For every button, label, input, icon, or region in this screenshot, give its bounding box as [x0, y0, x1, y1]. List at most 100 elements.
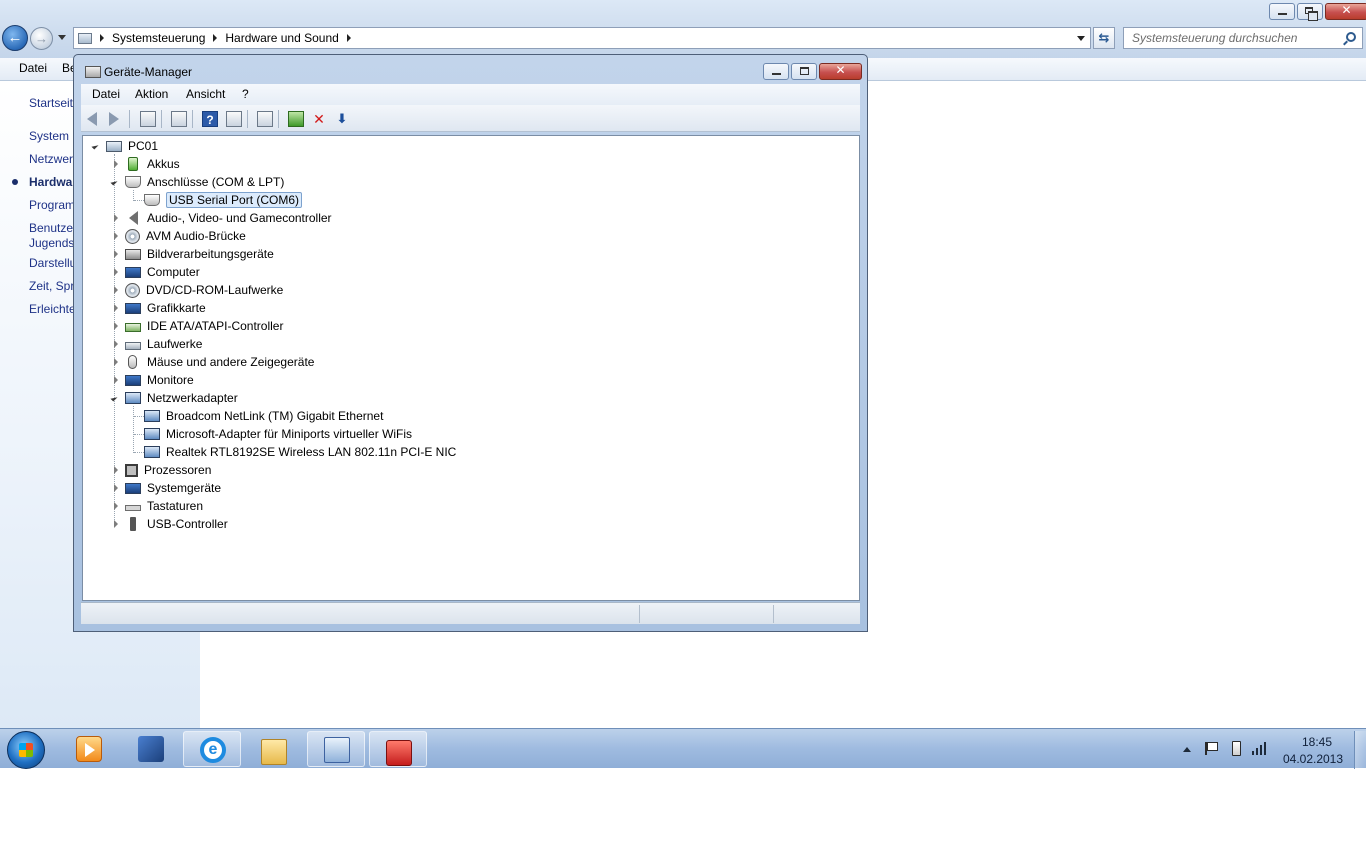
recent-pages-dropdown[interactable] — [58, 35, 66, 40]
collapsed-icon[interactable] — [111, 267, 121, 277]
collapsed-icon[interactable] — [111, 213, 121, 223]
taskbar-app-toolbox[interactable] — [369, 731, 427, 767]
clock-date[interactable]: 04.02.2013 — [1282, 752, 1344, 766]
breadcrumb-arrow-icon[interactable] — [100, 34, 104, 42]
collapsed-icon[interactable] — [111, 519, 121, 529]
collapsed-icon[interactable] — [111, 231, 121, 241]
minimize-button[interactable] — [763, 63, 789, 80]
battery-icon[interactable] — [1232, 741, 1241, 756]
taskbar-app-control-panel[interactable] — [307, 731, 365, 767]
tree-node-root[interactable]: PC01 — [92, 137, 158, 155]
show-desktop-button[interactable] — [1354, 731, 1366, 769]
sidebar-item-jugendschutz[interactable]: Jugends — [29, 236, 74, 250]
forward-button[interactable]: → — [30, 27, 53, 50]
tree-node-computer[interactable]: Computer — [111, 263, 200, 281]
taskbar-app-file-explorer[interactable] — [245, 731, 303, 767]
tree-node-netzwerkadapter[interactable]: Netzwerkadapter — [111, 389, 238, 407]
menu-ansicht[interactable]: Ansicht — [186, 87, 225, 101]
sidebar-item-erleichterte-bedienung[interactable]: Erleichte — [29, 302, 76, 316]
sidebar-item-programme[interactable]: Program — [29, 198, 75, 212]
tree-node-tastaturen[interactable]: Tastaturen — [111, 497, 203, 515]
sidebar-item-darstellung[interactable]: Darstellu — [29, 256, 76, 270]
computer-icon — [125, 266, 141, 278]
tree-node-realtek[interactable]: Realtek RTL8192SE Wireless LAN 802.11n P… — [144, 443, 456, 461]
wifi-signal-icon[interactable] — [1252, 742, 1268, 755]
tree-node-anschluesse[interactable]: Anschlüsse (COM & LPT) — [111, 173, 284, 191]
sidebar-item-hardware[interactable]: Hardwa — [29, 175, 72, 189]
view-icon[interactable] — [226, 111, 242, 127]
refresh-button[interactable]: ⇆ — [1093, 27, 1115, 49]
taskbar-app-media-player[interactable] — [60, 731, 118, 767]
tree-node-ide-controller[interactable]: IDE ATA/ATAPI-Controller — [111, 317, 283, 335]
sidebar-item-zeit-sprache[interactable]: Zeit, Spr — [29, 279, 74, 293]
breadcrumb-arrow-icon[interactable] — [213, 34, 218, 42]
tree-node-bildverarbeitung[interactable]: Bildverarbeitungsgeräte — [111, 245, 274, 263]
device-tree[interactable]: PC01 Akkus Anschlüsse (COM & LPT) USB Se… — [82, 135, 860, 601]
back-icon[interactable] — [87, 112, 97, 126]
collapsed-icon[interactable] — [111, 483, 121, 493]
show-hide-tree-icon[interactable] — [140, 111, 156, 127]
sidebar-item-netzwerk[interactable]: Netzwer — [29, 152, 73, 166]
menu-help[interactable]: ? — [242, 87, 249, 101]
collapsed-icon[interactable] — [111, 285, 121, 295]
update-driver-icon[interactable] — [288, 111, 304, 127]
menu-aktion[interactable]: Aktion — [135, 87, 168, 101]
tree-node-label: DVD/CD-ROM-Laufwerke — [146, 283, 284, 297]
tree-node-audio-video[interactable]: Audio-, Video- und Gamecontroller — [111, 209, 332, 227]
tree-node-usb-controller[interactable]: USB-Controller — [111, 515, 228, 533]
maximize-button[interactable] — [791, 63, 817, 80]
properties-icon[interactable] — [171, 111, 187, 127]
tree-node-usb-serial-port[interactable]: USB Serial Port (COM6) — [144, 191, 303, 209]
tree-node-dvd-cd-rom[interactable]: DVD/CD-ROM-Laufwerke — [111, 281, 283, 299]
action-center-flag-icon[interactable] — [1205, 742, 1218, 755]
sidebar-item-benutzerkonten[interactable]: Benutzer — [29, 221, 77, 235]
collapsed-icon[interactable] — [111, 501, 121, 511]
breadcrumb-hardware-und-sound[interactable]: Hardware und Sound — [225, 31, 338, 45]
collapsed-icon[interactable] — [111, 249, 121, 259]
address-bar[interactable]: Systemsteuerung Hardware und Sound — [73, 27, 1091, 49]
tree-node-prozessoren[interactable]: Prozessoren — [111, 461, 211, 479]
start-button[interactable] — [7, 731, 45, 769]
back-button[interactable]: ← — [2, 25, 28, 51]
expanded-icon[interactable] — [111, 177, 121, 187]
tree-node-laufwerke[interactable]: Laufwerke — [111, 335, 202, 353]
close-button[interactable]: ✕ — [819, 63, 862, 80]
collapsed-icon[interactable] — [111, 159, 121, 169]
forward-icon[interactable] — [109, 112, 119, 126]
help-icon[interactable]: ? — [202, 111, 218, 127]
scan-hardware-icon[interactable] — [257, 111, 273, 127]
collapsed-icon[interactable] — [111, 321, 121, 331]
sidebar-item-system[interactable]: System u — [29, 129, 79, 143]
expanded-icon[interactable] — [92, 141, 102, 151]
show-hidden-icons-icon[interactable] — [1183, 747, 1191, 752]
uninstall-icon[interactable]: ✕ — [311, 111, 327, 127]
tree-node-broadcom[interactable]: Broadcom NetLink (TM) Gigabit Ethernet — [144, 407, 383, 425]
close-button[interactable]: ✕ — [1325, 3, 1366, 20]
tree-node-avm-audio-bruecke[interactable]: AVM Audio-Brücke — [111, 227, 246, 245]
search-icon[interactable] — [1346, 32, 1356, 42]
taskbar-app-tools[interactable] — [122, 731, 180, 767]
collapsed-icon[interactable] — [111, 375, 121, 385]
disable-icon[interactable]: ⬇ — [334, 111, 350, 127]
expanded-icon[interactable] — [111, 393, 121, 403]
tree-node-monitore[interactable]: Monitore — [111, 371, 194, 389]
restore-button[interactable] — [1297, 3, 1323, 21]
tree-node-systemgeraete[interactable]: Systemgeräte — [111, 479, 221, 497]
clock-time[interactable]: 18:45 — [1290, 735, 1344, 749]
search-input[interactable]: Systemsteuerung durchsuchen — [1123, 27, 1363, 49]
collapsed-icon[interactable] — [111, 357, 121, 367]
breadcrumb-systemsteuerung[interactable]: Systemsteuerung — [112, 31, 205, 45]
tree-node-akkus[interactable]: Akkus — [111, 155, 180, 173]
collapsed-icon[interactable] — [111, 339, 121, 349]
menu-datei[interactable]: Datei — [92, 87, 120, 101]
tree-node-microsoft-wifi[interactable]: Microsoft-Adapter für Miniports virtuell… — [144, 425, 412, 443]
collapsed-icon[interactable] — [111, 465, 121, 475]
tree-node-maeuse[interactable]: Mäuse und andere Zeigegeräte — [111, 353, 314, 371]
taskbar-app-internet-explorer[interactable]: e — [183, 731, 241, 767]
minimize-button[interactable] — [1269, 3, 1295, 20]
menu-datei[interactable]: Datei — [19, 61, 47, 75]
tree-node-grafikkarte[interactable]: Grafikkarte — [111, 299, 206, 317]
collapsed-icon[interactable] — [111, 303, 121, 313]
address-dropdown-icon[interactable] — [1077, 36, 1085, 41]
breadcrumb-arrow-icon[interactable] — [346, 34, 351, 42]
